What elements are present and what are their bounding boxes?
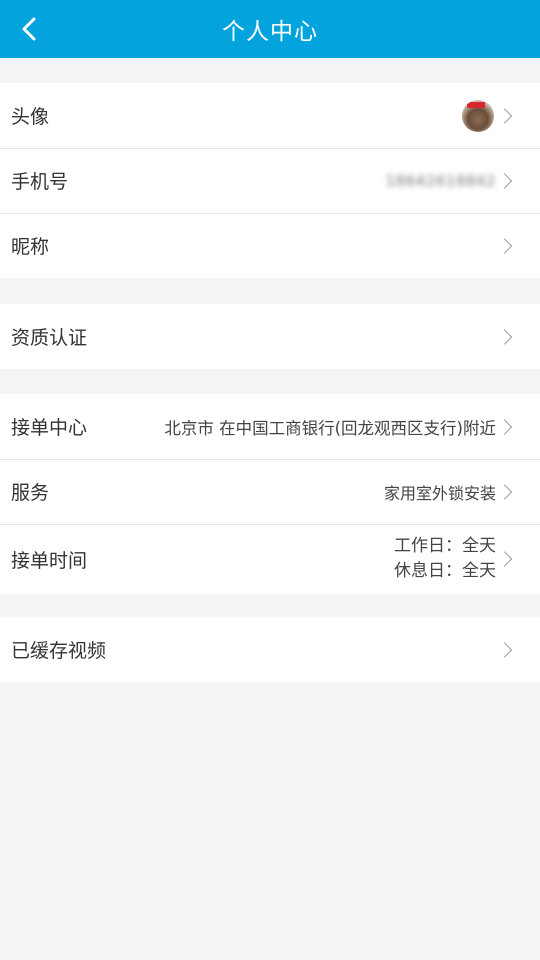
service-label: 服务: [11, 482, 50, 504]
chevron-right-icon: [496, 641, 513, 658]
qualification-label: 资质认证: [11, 327, 88, 349]
order-time-row[interactable]: 接单时间 工作日：全天 休息日：全天: [0, 524, 540, 594]
order-time-values: 工作日：全天 休息日：全天: [394, 534, 508, 584]
order-center-row[interactable]: 接单中心 北京市 在中国工商银行(回龙观西区支行)附近: [0, 394, 540, 459]
chevron-right-icon: [496, 328, 513, 345]
cached-videos-label: 已缓存视频: [11, 640, 107, 662]
header-bar: 个人中心: [0, 0, 540, 58]
back-arrow-icon: [22, 17, 36, 41]
qualification-row[interactable]: 资质认证: [0, 304, 540, 369]
order-center-value: 北京市 在中国工商银行(回龙观西区支行)附近: [164, 418, 496, 438]
videos-group: 已缓存视频: [0, 617, 540, 682]
service-row[interactable]: 服务 家用室外锁安装: [0, 459, 540, 524]
cached-videos-row[interactable]: 已缓存视频: [0, 617, 540, 682]
chevron-right-icon: [496, 172, 513, 189]
chevron-right-icon: [496, 237, 513, 254]
avatar-label: 头像: [11, 106, 50, 128]
workday-hours: 工作日：全天: [394, 536, 496, 556]
nickname-label: 昵称: [11, 236, 50, 258]
orders-group: 接单中心 北京市 在中国工商银行(回龙观西区支行)附近 服务 家用室外锁安装 接…: [0, 394, 540, 594]
page-title: 个人中心: [222, 19, 318, 45]
chevron-right-icon: [496, 107, 513, 124]
phone-row[interactable]: 手机号 18642618842: [0, 148, 540, 213]
nickname-row[interactable]: 昵称: [0, 213, 540, 278]
phone-label: 手机号: [11, 171, 69, 193]
service-value: 家用室外锁安装: [383, 483, 496, 503]
qualification-group: 资质认证: [0, 304, 540, 369]
back-button[interactable]: [12, 12, 46, 46]
order-time-label: 接单时间: [11, 549, 88, 572]
avatar-row[interactable]: 头像: [0, 83, 540, 148]
phone-value: 18642618842: [385, 171, 496, 190]
restday-hours: 休息日：全天: [394, 561, 496, 581]
profile-group: 头像 手机号 18642618842 昵称: [0, 83, 540, 278]
avatar: [462, 99, 494, 132]
order-center-label: 接单中心: [11, 417, 88, 439]
